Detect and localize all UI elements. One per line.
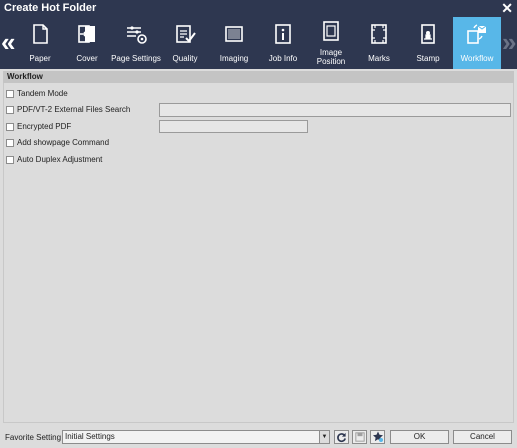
image-position-icon — [323, 21, 339, 41]
marks-icon — [371, 24, 387, 44]
tab-label: Job Info — [268, 54, 298, 63]
refresh-icon — [337, 432, 346, 443]
title-bar: Create Hot Folder ✕ — [0, 0, 517, 17]
workflow-icon — [467, 24, 487, 44]
ok-button[interactable]: OK — [390, 430, 449, 444]
tandem-mode-checkbox[interactable] — [6, 90, 14, 98]
tab-paper[interactable]: Paper — [20, 17, 60, 69]
close-icon[interactable]: ✕ — [501, 0, 513, 17]
tab-quality[interactable]: Quality — [165, 17, 205, 69]
cancel-button[interactable]: Cancel — [453, 430, 512, 444]
option-label: Encrypted PDF — [17, 122, 72, 131]
star-settings-icon — [372, 431, 383, 442]
tab-bar: « Paper Cover Page Settings Quality Imag… — [0, 17, 517, 69]
refresh-button[interactable] — [334, 430, 349, 444]
imaging-icon — [225, 26, 243, 42]
favorite-setting-value: Initial Settings — [65, 432, 115, 441]
tab-workflow[interactable]: Workflow — [453, 17, 501, 69]
tab-label: Paper — [29, 54, 51, 63]
encrypted-pdf-password-field[interactable] — [159, 120, 308, 133]
chevron-down-icon[interactable]: ▼ — [319, 431, 329, 443]
favorite-setting-select[interactable]: Initial Settings ▼ — [62, 430, 330, 444]
tab-stamp[interactable]: Stamp — [406, 17, 450, 69]
tab-label: Quality — [172, 54, 198, 63]
tab-image-position[interactable]: Image Position — [310, 17, 352, 69]
option-label: Tandem Mode — [17, 89, 68, 98]
encrypted-pdf-checkbox[interactable] — [6, 123, 14, 131]
footer-bar: Favorite Setting Initial Settings ▼ OK C… — [0, 426, 517, 448]
stamp-icon — [421, 24, 435, 44]
paper-icon — [33, 24, 48, 44]
tab-imaging[interactable]: Imaging — [212, 17, 256, 69]
window-title: Create Hot Folder — [4, 2, 97, 14]
pdfvt-search-checkbox[interactable] — [6, 106, 14, 114]
tab-label: Marks — [368, 54, 390, 63]
favorite-manage-button[interactable] — [370, 430, 385, 444]
section-header: Workflow — [3, 71, 514, 83]
add-showpage-checkbox[interactable] — [6, 139, 14, 147]
tab-marks[interactable]: Marks — [358, 17, 400, 69]
favorite-setting-label: Favorite Setting — [5, 433, 62, 442]
scroll-left-button[interactable]: « — [1, 27, 15, 57]
cover-icon — [78, 25, 95, 43]
workflow-panel — [3, 83, 514, 423]
page-settings-icon — [127, 26, 147, 44]
quality-icon — [176, 25, 196, 43]
option-label: Auto Duplex Adjustment — [17, 155, 103, 164]
tab-label: Stamp — [416, 54, 440, 63]
tab-page-settings[interactable]: Page Settings — [110, 17, 162, 69]
save-icon — [354, 432, 365, 442]
tab-job-info[interactable]: Job Info — [262, 17, 304, 69]
auto-duplex-checkbox[interactable] — [6, 156, 14, 164]
scroll-right-button[interactable]: » — [502, 27, 516, 57]
pdfvt-search-path-field[interactable] — [159, 103, 511, 117]
job-info-icon — [275, 24, 291, 44]
tab-label: Image Position — [316, 48, 346, 66]
option-label: Add showpage Command — [17, 138, 110, 147]
tab-cover[interactable]: Cover — [67, 17, 107, 69]
tab-label: Imaging — [219, 54, 249, 63]
tab-label: Cover — [76, 54, 98, 63]
option-label: PDF/VT-2 External Files Search — [17, 105, 131, 114]
save-favorite-button[interactable] — [352, 430, 367, 444]
tab-label: Workflow — [460, 54, 494, 63]
tab-label: Page Settings — [111, 54, 161, 63]
